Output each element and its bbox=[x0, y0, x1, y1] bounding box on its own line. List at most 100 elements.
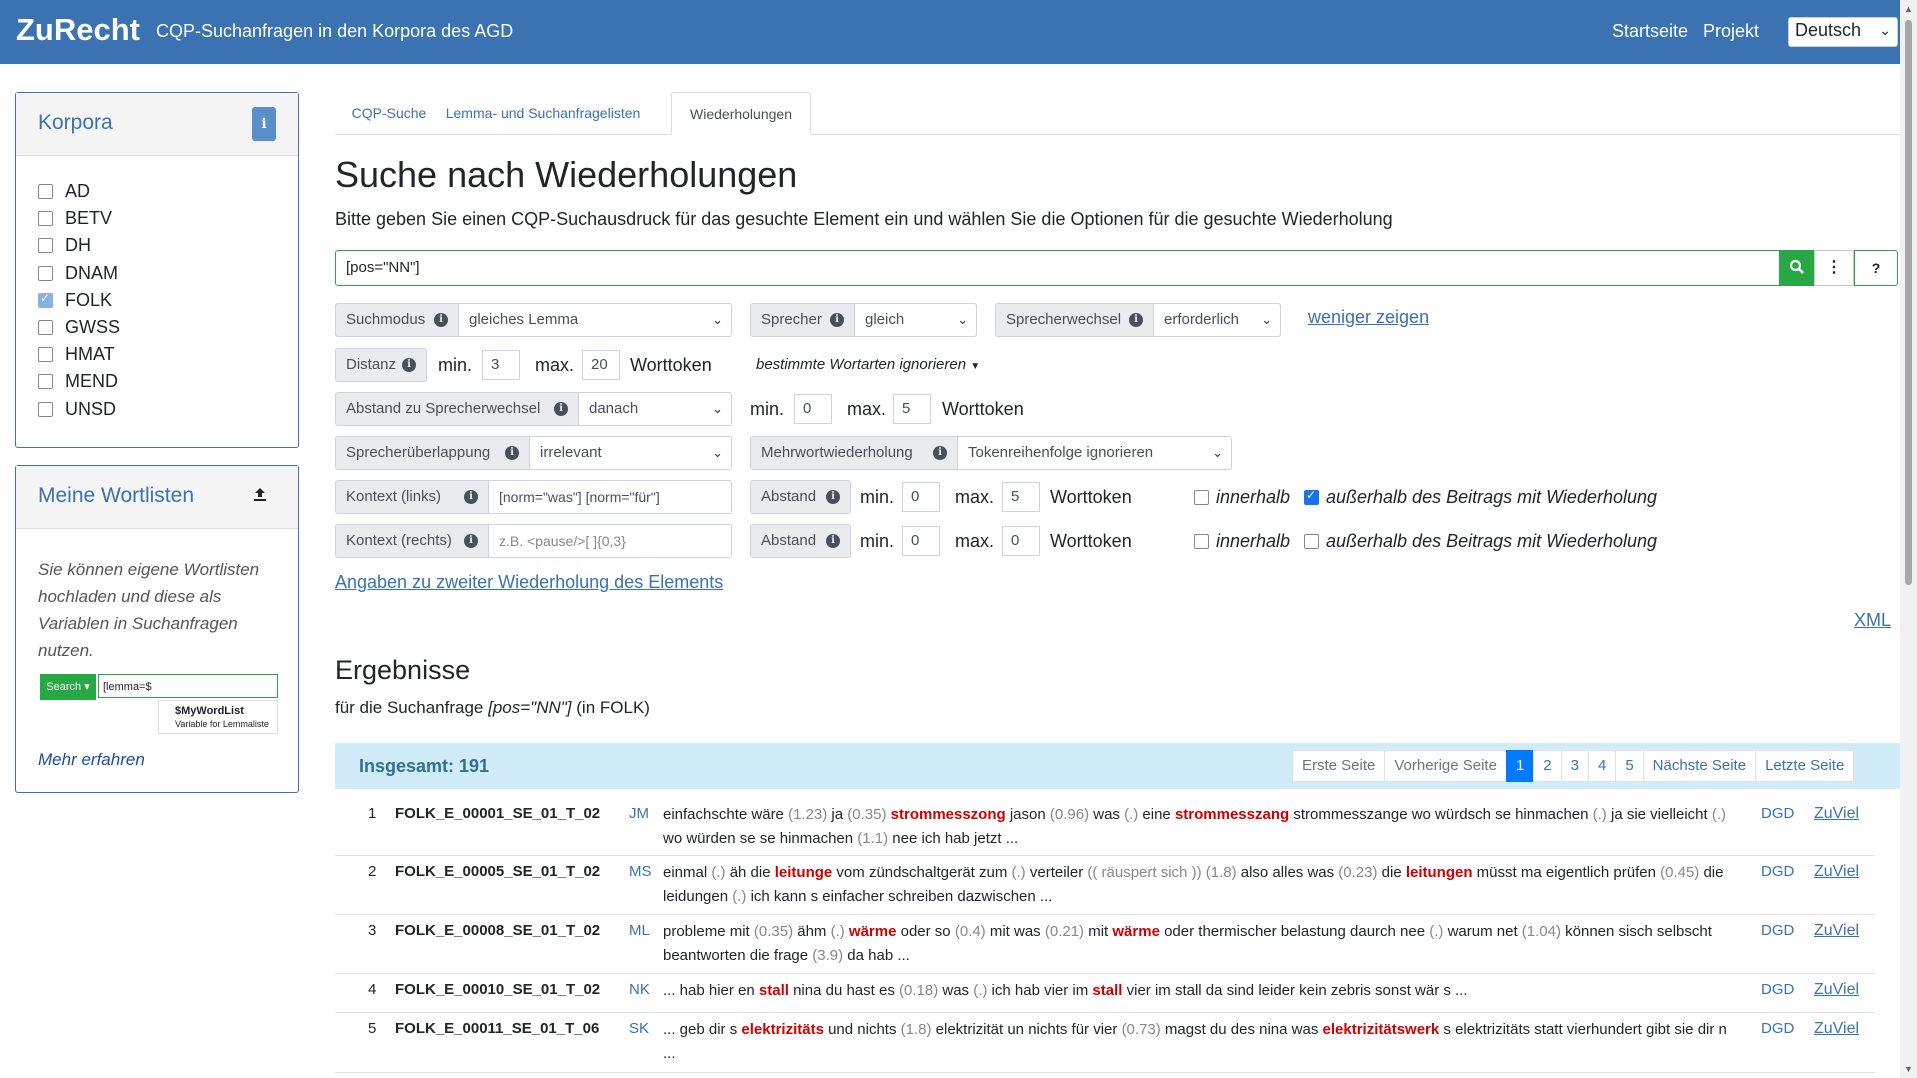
speaker-link[interactable]: MS bbox=[629, 863, 652, 880]
speaker-link[interactable]: NK bbox=[629, 981, 650, 998]
korpus-checkbox-5[interactable]: GWSS bbox=[38, 317, 120, 338]
checkbox[interactable] bbox=[38, 211, 53, 227]
info-icon[interactable]: i bbox=[252, 107, 276, 141]
pager-page-3[interactable]: 3 bbox=[1560, 750, 1589, 782]
pager-last[interactable]: Letzte Seite bbox=[1755, 750, 1855, 782]
pager-page-5[interactable]: 5 bbox=[1615, 750, 1644, 782]
sprecherwechsel-select[interactable]: erforderlich ⌄ bbox=[1153, 303, 1281, 337]
info-icon[interactable]: i bbox=[554, 402, 568, 416]
dgd-link[interactable]: DGD bbox=[1761, 863, 1794, 880]
sprecher-select[interactable]: gleich ⌄ bbox=[854, 303, 977, 337]
checkbox-checked[interactable] bbox=[38, 291, 53, 308]
info-icon[interactable]: i bbox=[464, 490, 478, 504]
pager-page-2[interactable]: 2 bbox=[1533, 750, 1562, 782]
tab-lemma-listen[interactable]: Lemma- und Suchanfragelisten bbox=[443, 92, 643, 134]
tab-cqp-suche[interactable]: CQP-Suche bbox=[335, 92, 443, 134]
korpus-checkbox-1[interactable]: BETV bbox=[38, 208, 112, 229]
info-icon[interactable]: i bbox=[505, 446, 519, 460]
pager-prev[interactable]: Vorherige Seite bbox=[1384, 750, 1507, 782]
scroll-up-icon[interactable]: ▲ bbox=[1904, 4, 1913, 14]
abstand2-max-input[interactable]: 0 bbox=[1002, 526, 1040, 556]
mehr-erfahren-link[interactable]: Mehr erfahren bbox=[38, 750, 145, 770]
checkbox[interactable] bbox=[38, 320, 53, 335]
kontext-links-input[interactable]: [norm="was"] [norm="für"] bbox=[488, 480, 732, 514]
info-icon[interactable]: i bbox=[830, 313, 844, 327]
upload-icon[interactable] bbox=[252, 486, 268, 507]
korpus-checkbox-6[interactable]: HMAT bbox=[38, 344, 115, 365]
pager-first[interactable]: Erste Seite bbox=[1292, 750, 1386, 782]
nav-link-startseite[interactable]: Startseite bbox=[1612, 21, 1688, 42]
suchmodus-select[interactable]: gleiches Lemma ⌄ bbox=[458, 303, 732, 337]
info-icon[interactable]: i bbox=[464, 534, 478, 548]
abstand-sw-min-input[interactable]: 0 bbox=[794, 394, 832, 424]
wortarten-dropdown[interactable]: bestimmte Wortarten ignorieren ▼ bbox=[756, 356, 980, 373]
info-icon[interactable]: i bbox=[933, 446, 947, 460]
zuviel-link[interactable]: ZuViel bbox=[1814, 981, 1859, 999]
abstand-sw-select[interactable]: danach ⌄ bbox=[578, 392, 732, 426]
brand-logo[interactable]: ZuRecht bbox=[16, 12, 140, 48]
query-input[interactable]: [pos="NN"] bbox=[335, 250, 1780, 286]
zuviel-link[interactable]: ZuViel bbox=[1814, 805, 1859, 823]
language-select[interactable]: Deutsch ⌄ bbox=[1788, 17, 1898, 47]
suchmodus-label: Suchmodus i bbox=[335, 303, 459, 337]
distanz-min-input[interactable]: 3 bbox=[482, 350, 520, 380]
nav-link-projekt[interactable]: Projekt bbox=[1703, 21, 1759, 42]
checkbox[interactable] bbox=[38, 401, 53, 417]
korpus-checkbox-2[interactable]: DH bbox=[38, 235, 91, 256]
korpus-checkbox-8[interactable]: UNSD bbox=[38, 399, 116, 420]
info-icon[interactable]: i bbox=[402, 358, 416, 372]
abstand1-max-input[interactable]: 5 bbox=[1002, 482, 1040, 512]
xml-link[interactable]: XML bbox=[1854, 610, 1891, 631]
zweite-wiederholung-link[interactable]: Angaben zu zweiter Wiederholung des Elem… bbox=[335, 572, 723, 593]
checkbox[interactable] bbox=[38, 184, 53, 199]
text-segment: was bbox=[938, 982, 974, 999]
innerhalb-checkbox-2[interactable]: innerhalb bbox=[1194, 531, 1290, 552]
checkbox[interactable] bbox=[38, 265, 53, 281]
weniger-zeigen-link[interactable]: weniger zeigen bbox=[1308, 307, 1429, 328]
abstand2-unit: Worttoken bbox=[1050, 531, 1132, 551]
innerhalb-checkbox-1[interactable]: innerhalb bbox=[1194, 487, 1290, 508]
speaker-link[interactable]: ML bbox=[629, 922, 650, 939]
dgd-link[interactable]: DGD bbox=[1761, 922, 1794, 939]
info-icon[interactable]: i bbox=[826, 490, 840, 504]
korpus-checkbox-7[interactable]: MEND bbox=[38, 371, 118, 392]
checkbox[interactable] bbox=[38, 347, 53, 363]
scroll-down-icon[interactable]: ▼ bbox=[1904, 1064, 1913, 1074]
kontext-rechts-input[interactable]: z.B. <pause/>[ ]{0,3} bbox=[488, 524, 732, 558]
abstand-sw-max-input[interactable]: 5 bbox=[893, 394, 931, 424]
speaker-link[interactable]: JM bbox=[629, 805, 649, 822]
korpus-checkbox-3[interactable]: DNAM bbox=[38, 263, 118, 284]
zuviel-link[interactable]: ZuViel bbox=[1814, 863, 1859, 881]
pager-page-4[interactable]: 4 bbox=[1587, 750, 1617, 782]
pager-page-1[interactable]: 1 bbox=[1505, 750, 1535, 782]
korpus-checkbox-0[interactable]: AD bbox=[38, 181, 90, 202]
help-button[interactable]: ? bbox=[1854, 250, 1898, 286]
korpus-checkbox-4[interactable]: FOLK bbox=[38, 290, 112, 311]
tab-wiederholungen[interactable]: Wiederholungen bbox=[671, 92, 811, 135]
checkbox[interactable] bbox=[38, 374, 53, 390]
korpus-label: FOLK bbox=[65, 289, 113, 310]
pager-next[interactable]: Nächste Seite bbox=[1642, 750, 1757, 782]
checkbox[interactable] bbox=[38, 238, 53, 254]
abstand1-min-input[interactable]: 0 bbox=[902, 482, 940, 512]
page-scrollbar[interactable]: ▲ ▼ bbox=[1900, 0, 1917, 1078]
speaker-link[interactable]: SK bbox=[629, 1020, 649, 1037]
more-vertical-icon[interactable]: ⋮ bbox=[1814, 250, 1854, 286]
abstand2-min-input[interactable]: 0 bbox=[902, 526, 940, 556]
ausserhalb-checkbox-2[interactable]: außerhalb des Beitrags mit Wiederholung bbox=[1304, 531, 1657, 552]
zuviel-link[interactable]: ZuViel bbox=[1814, 1020, 1859, 1038]
dgd-link[interactable]: DGD bbox=[1761, 1020, 1794, 1037]
info-icon[interactable]: i bbox=[826, 534, 840, 548]
mehrwort-select[interactable]: Tokenreihenfolge ignorieren ⌄ bbox=[957, 436, 1232, 470]
ueberlappung-label: Sprecherüberlappung i bbox=[335, 436, 530, 470]
search-button[interactable] bbox=[1780, 250, 1814, 286]
dgd-link[interactable]: DGD bbox=[1761, 805, 1794, 822]
distanz-max-input[interactable]: 20 bbox=[582, 350, 620, 380]
ausserhalb-checkbox-1[interactable]: ✓ außerhalb des Beitrags mit Wiederholung bbox=[1304, 487, 1657, 508]
dgd-link[interactable]: DGD bbox=[1761, 981, 1794, 998]
info-icon[interactable]: i bbox=[434, 313, 448, 327]
info-icon[interactable]: i bbox=[1129, 313, 1143, 327]
zuviel-link[interactable]: ZuViel bbox=[1814, 922, 1859, 940]
ueberlappung-select[interactable]: irrelevant ⌄ bbox=[529, 436, 732, 470]
scrollbar-thumb[interactable] bbox=[1905, 20, 1912, 585]
